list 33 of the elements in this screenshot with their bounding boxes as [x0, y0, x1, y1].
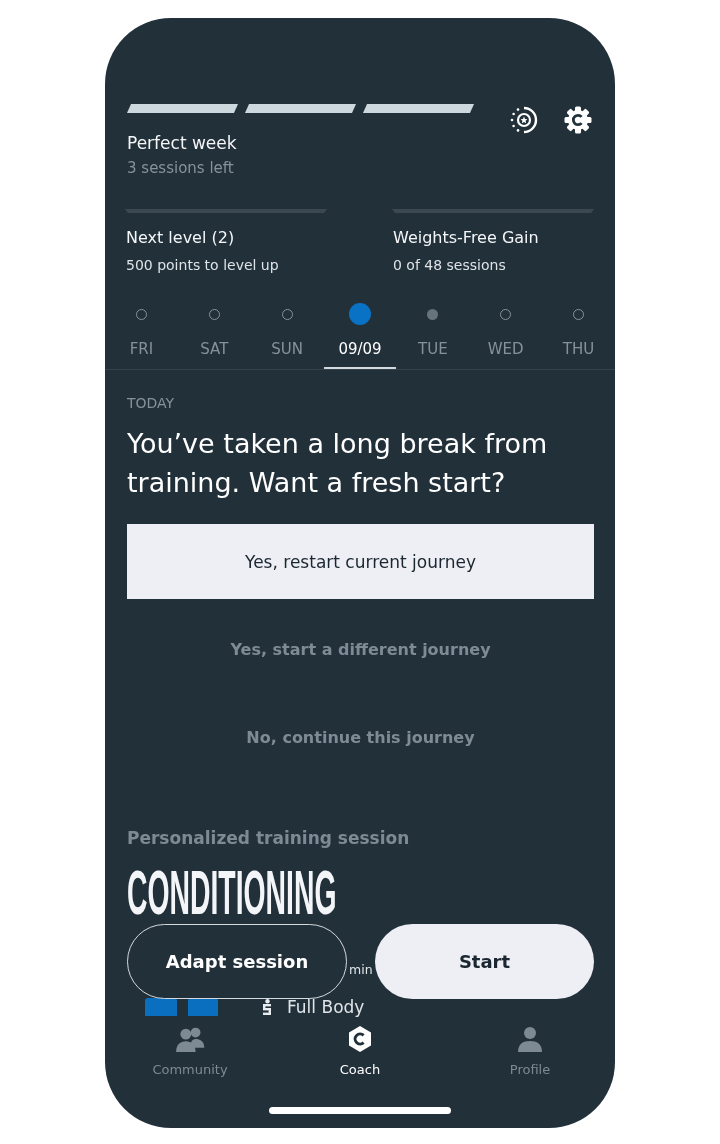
- day-tab[interactable]: THU: [542, 302, 615, 369]
- section-label: TODAY: [127, 394, 175, 412]
- option-button[interactable]: Yes, start a different journey: [127, 619, 594, 679]
- photo-placeholder: [145, 998, 177, 1016]
- heading: You’ve taken a long break from training. Want a fresh start?: [127, 427, 549, 500]
- session-label: Personalized training session: [127, 827, 410, 850]
- focus-text: Full Body: [287, 998, 365, 1016]
- nav-tab[interactable]: Profile: [445, 1020, 615, 1079]
- progress-subtitle: 0 of 48 sessions: [393, 256, 506, 275]
- day-tab[interactable]: 09/09: [323, 302, 397, 369]
- day-tab[interactable]: FRI: [105, 302, 178, 369]
- hexagon-icon: [348, 1026, 372, 1052]
- star-ring-icon[interactable]: [510, 106, 538, 134]
- person-icon: [517, 1026, 543, 1052]
- progress-title: Weights-Free Gain: [393, 227, 539, 249]
- day-tab[interactable]: WED: [469, 302, 543, 369]
- day-tab[interactable]: TUE: [396, 302, 470, 369]
- people-icon: [174, 1026, 206, 1052]
- session-title: CONDITIONING: [127, 861, 337, 924]
- action-button[interactable]: Adapt session: [127, 924, 347, 999]
- option-button[interactable]: No, continue this journey: [127, 707, 594, 767]
- action-button[interactable]: Start: [375, 924, 594, 999]
- goal-title: Perfect week: [127, 132, 237, 154]
- day-tab[interactable]: SAT: [177, 302, 251, 369]
- progress-title: Next level (2): [126, 227, 235, 249]
- duration-text: min: [349, 961, 373, 979]
- day-tab[interactable]: SUN: [250, 302, 324, 369]
- nav-tab[interactable]: Coach: [275, 1020, 445, 1079]
- goal-subtitle: 3 sessions left: [127, 158, 234, 178]
- figure-icon: [262, 999, 273, 1015]
- progress-subtitle: 500 points to level up: [126, 256, 279, 275]
- nav-tab[interactable]: Community: [105, 1020, 275, 1079]
- option-button[interactable]: Yes, restart current journey: [127, 524, 594, 599]
